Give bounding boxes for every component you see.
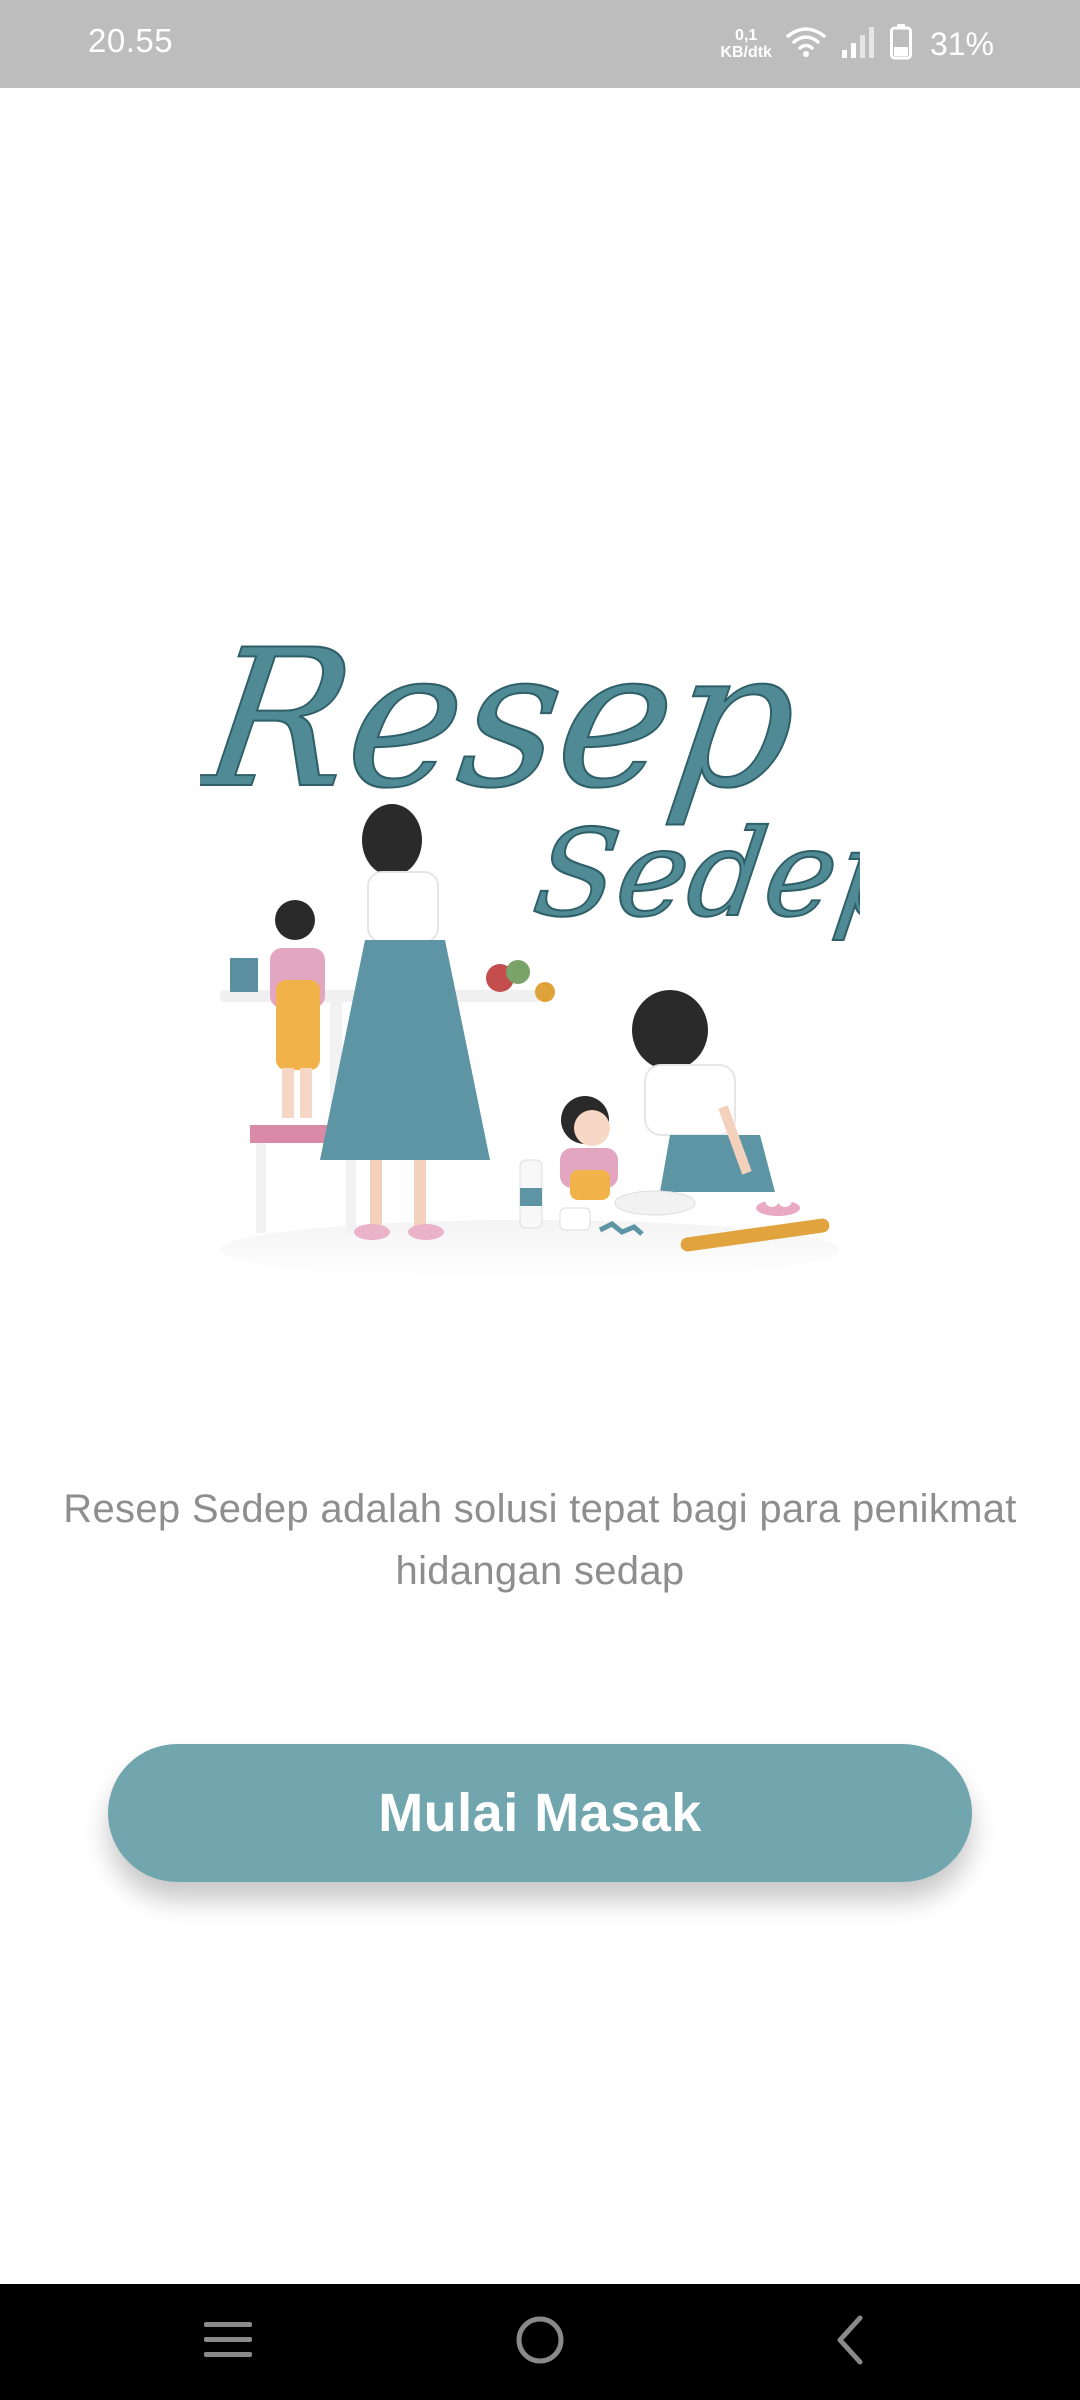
back-button[interactable] [800,2304,900,2380]
navigation-bar [0,2284,1080,2400]
battery-percent: 31% [929,25,994,62]
start-cooking-button[interactable]: Mulai Masak [108,1744,972,1882]
network-speed: 0,1 KB/dtk [720,27,772,61]
network-speed-unit: KB/dtk [720,44,772,61]
app-description: Resep Sedep adalah solusi tepat bagi par… [63,1487,1017,1593]
signal-icon [840,26,876,63]
status-time: 20.55 [88,22,174,59]
status-icons: 0,1 KB/dtk 31% [720,20,994,68]
splash-screen: 20.55 0,1 KB/dtk 31% Resep Sedep Resep S… [0,0,1080,2400]
home-button[interactable] [490,2304,590,2380]
home-circle-icon [514,2314,566,2371]
recent-apps-button[interactable] [178,2304,278,2380]
hero-illustration: Resep Sedep [188,560,924,1280]
menu-icon [202,2318,254,2367]
status-bar: 20.55 0,1 KB/dtk 31% [0,0,1080,88]
back-chevron-icon [830,2314,870,2371]
logo-sedep: Sedep [526,805,860,944]
wifi-icon [786,25,826,64]
battery-icon [889,23,912,65]
logo-resep: Resep [200,610,810,831]
network-speed-value: 0,1 [735,27,758,44]
